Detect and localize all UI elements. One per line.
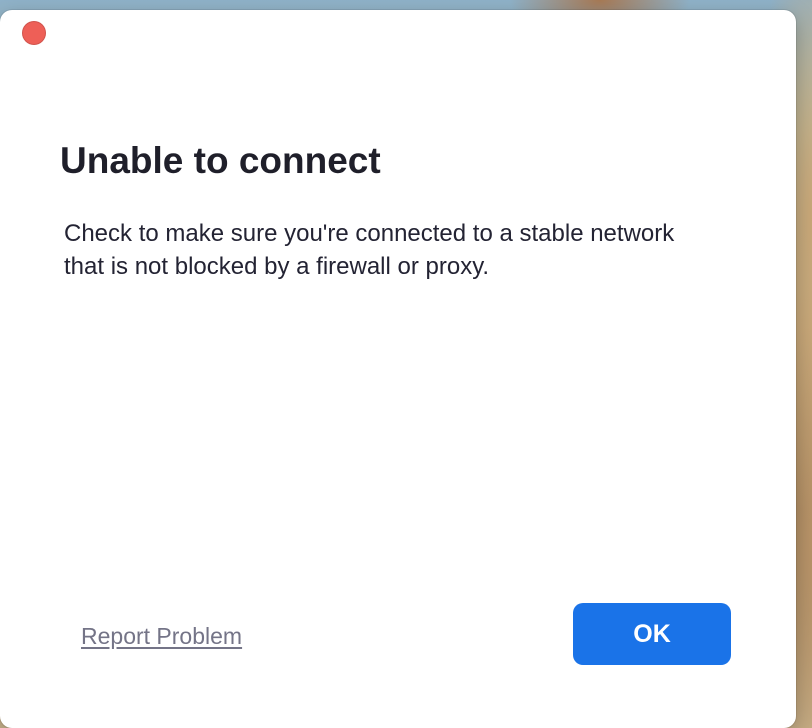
error-dialog: Unable to connect Check to make sure you… [0,10,796,728]
dialog-message: Check to make sure you're connected to a… [64,220,675,280]
dialog-title: Unable to connect [60,140,381,181]
report-problem-link[interactable]: Report Problem [81,620,242,652]
close-dot-icon[interactable] [22,21,46,45]
ok-button[interactable]: OK [573,603,731,665]
